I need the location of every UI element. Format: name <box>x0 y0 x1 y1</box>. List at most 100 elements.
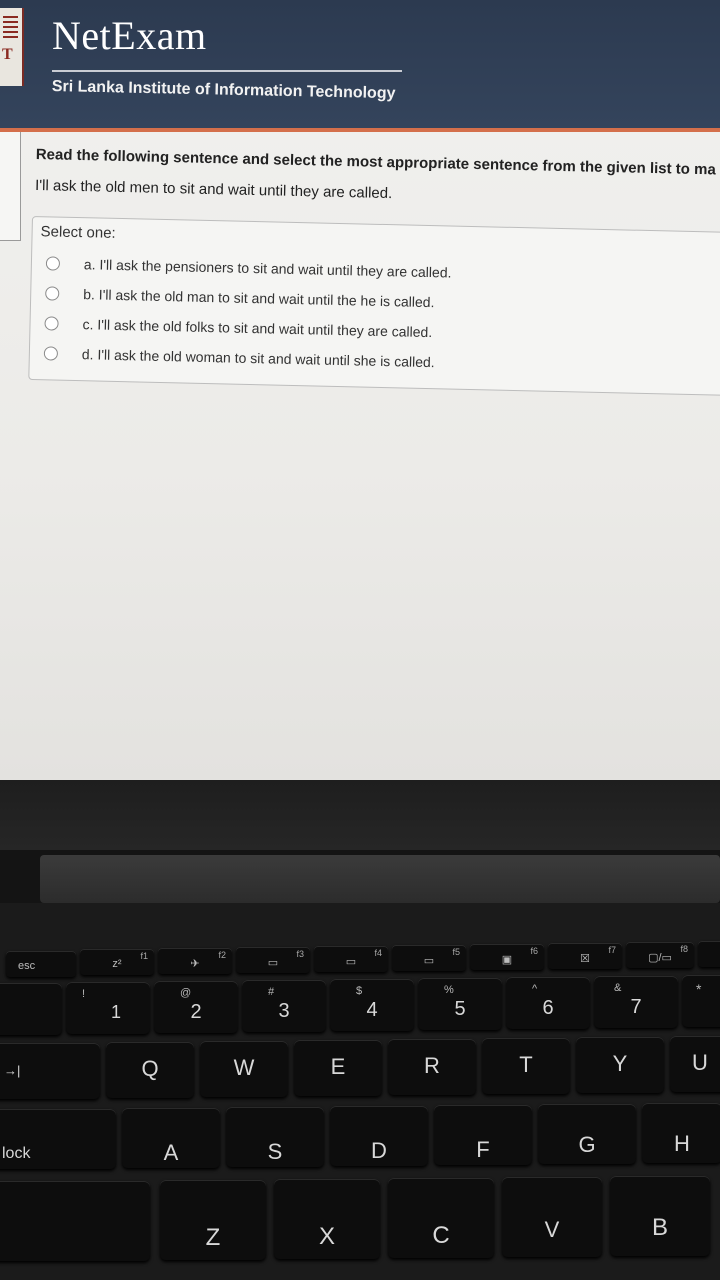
radio-button-b[interactable] <box>45 286 60 301</box>
key-f2[interactable]: f2 ✈ <box>158 948 232 974</box>
key-c[interactable]: C <box>388 1178 494 1258</box>
key-t[interactable]: T <box>482 1038 570 1094</box>
key-7-shift: & <box>614 982 622 994</box>
brand-divider <box>52 70 402 72</box>
key-2-shift: @ <box>180 987 192 999</box>
logo-emblem <box>3 16 18 38</box>
radio-button-c[interactable] <box>44 316 59 331</box>
key-f3[interactable]: f3 ▭ <box>236 947 310 973</box>
site-header: T NetExam Sri Lanka Institute of Informa… <box>0 0 720 128</box>
key-left-shift[interactable] <box>0 1181 150 1261</box>
key-3[interactable]: # 3 <box>242 980 326 1032</box>
key-4-label: 4 <box>366 999 378 1021</box>
select-one-label: Select one: <box>40 223 116 242</box>
laptop-bezel <box>0 780 720 850</box>
key-f8[interactable]: f8 ▢/▭ <box>626 942 694 968</box>
backlight-icon: ▣ <box>501 954 513 966</box>
option-d-label: d. I'll ask the old woman to sit and wai… <box>81 346 435 371</box>
key-f7[interactable]: f7 ☒ <box>548 943 622 969</box>
key-d[interactable]: D <box>330 1106 428 1166</box>
key-5-label: 5 <box>454 998 466 1020</box>
key-x[interactable]: X <box>274 1179 380 1259</box>
key-s-label: S <box>267 1139 283 1164</box>
key-s[interactable]: S <box>226 1107 324 1167</box>
key-4[interactable]: $ 4 <box>330 979 414 1031</box>
key-backtick[interactable] <box>0 983 62 1035</box>
key-r-label: R <box>424 1053 440 1078</box>
key-u-label: U <box>692 1050 708 1075</box>
key-z[interactable]: Z <box>160 1180 266 1260</box>
key-8-shift: * <box>696 981 702 997</box>
radio-button-a[interactable] <box>45 256 61 271</box>
laptop-hinge <box>40 855 720 903</box>
institute-logo: T <box>0 8 24 86</box>
key-r[interactable]: R <box>388 1039 476 1095</box>
key-5-shift: % <box>444 984 454 996</box>
key-esc[interactable]: esc <box>6 951 76 977</box>
key-h[interactable]: H <box>642 1103 720 1163</box>
key-g[interactable]: G <box>538 1104 636 1164</box>
key-esc-label: esc <box>18 960 36 972</box>
brightness-down-icon: ▭ <box>267 957 279 969</box>
option-b-label: b. I'll ask the old man to sit and wait … <box>83 286 435 311</box>
key-2[interactable]: @ 2 <box>154 981 238 1033</box>
key-q[interactable]: Q <box>106 1042 194 1098</box>
key-e[interactable]: E <box>294 1040 382 1096</box>
key-f4[interactable]: f4 ▭ <box>314 946 388 972</box>
option-a[interactable]: a. I'll ask the pensioners to sit and wa… <box>45 255 452 281</box>
key-f9[interactable]: f9 <box>698 941 720 967</box>
key-7-label: 7 <box>630 996 642 1018</box>
keyboard-deck: esc f1 z² f2 ✈ f3 ▭ f4 ▭ f5 ▭ f6 ▣ f7 ☒ … <box>0 903 720 1280</box>
key-b[interactable]: B <box>610 1176 710 1256</box>
airplane-icon: ✈ <box>190 958 200 970</box>
key-caps-lock[interactable]: lock <box>0 1109 116 1169</box>
key-f-label: F <box>476 1137 490 1162</box>
option-c[interactable]: c. I'll ask the old folks to sit and wai… <box>44 315 432 340</box>
key-w[interactable]: W <box>200 1041 288 1097</box>
key-u[interactable]: U <box>670 1036 720 1092</box>
key-y-label: Y <box>612 1051 628 1076</box>
option-a-label: a. I'll ask the pensioners to sit and wa… <box>83 256 452 281</box>
exam-screen: T NetExam Sri Lanka Institute of Informa… <box>0 0 720 780</box>
key-b-label: B <box>651 1214 668 1241</box>
key-7[interactable]: & 7 <box>594 976 678 1028</box>
key-5[interactable]: % 5 <box>418 978 502 1030</box>
key-2-label: 2 <box>190 1001 202 1023</box>
key-a-label: A <box>163 1140 179 1165</box>
screen-switch-icon: ▢/▭ <box>648 952 672 964</box>
institute-name: Sri Lanka Institute of Information Techn… <box>51 78 396 103</box>
key-f1[interactable]: f1 z² <box>80 949 154 975</box>
header-accent-bar <box>0 128 720 132</box>
key-y[interactable]: Y <box>576 1037 664 1093</box>
brightness-up-icon: ▭ <box>345 956 357 968</box>
display-icon: ▭ <box>423 955 435 967</box>
key-6-label: 6 <box>542 997 554 1019</box>
question-prompt: Read the following sentence and select t… <box>35 146 716 179</box>
key-1[interactable]: ! 1 <box>66 982 150 1034</box>
key-h-label: H <box>674 1131 690 1156</box>
touchpad-off-icon: ☒ <box>580 953 590 965</box>
key-v-label: V <box>544 1217 560 1242</box>
key-d-label: D <box>371 1138 387 1163</box>
tab-icon: →| <box>4 1063 21 1078</box>
key-c-label: C <box>432 1222 450 1249</box>
question-sentence: I'll ask the old men to sit and wait unt… <box>34 176 393 203</box>
key-6[interactable]: ^ 6 <box>506 977 590 1029</box>
option-b[interactable]: b. I'll ask the old man to sit and wait … <box>45 285 435 310</box>
option-d[interactable]: d. I'll ask the old woman to sit and wai… <box>43 345 435 371</box>
key-f5[interactable]: f5 ▭ <box>392 945 466 971</box>
key-3-label: 3 <box>278 1000 290 1022</box>
key-1-label: 1 <box>110 1002 121 1022</box>
key-8[interactable]: * <box>682 975 720 1027</box>
key-4-shift: $ <box>356 985 363 997</box>
key-e-label: E <box>330 1054 346 1079</box>
key-tab[interactable]: →| <box>0 1043 100 1099</box>
key-f6[interactable]: f6 ▣ <box>470 944 544 970</box>
radio-button-d[interactable] <box>43 346 59 361</box>
key-t-label: T <box>519 1052 533 1077</box>
key-a[interactable]: A <box>122 1108 220 1168</box>
key-f1-icon: z² <box>112 958 122 970</box>
key-v[interactable]: V <box>502 1177 602 1257</box>
brand-title[interactable]: NetExam <box>52 12 207 59</box>
key-f[interactable]: F <box>434 1105 532 1165</box>
